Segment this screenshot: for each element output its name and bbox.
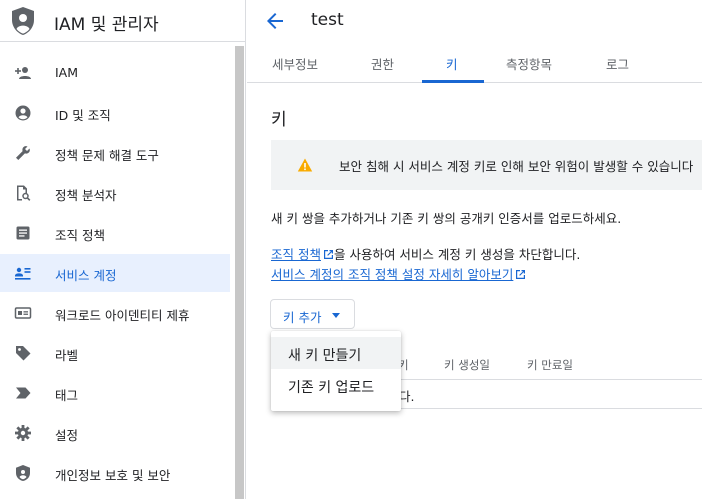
sidebar-item-id-org[interactable]: ID 및 조직 (0, 94, 230, 132)
tab-permissions[interactable]: 권한 (371, 54, 394, 73)
sidebar-item-privacy-security[interactable]: 개인정보 보호 및 보안 (0, 454, 230, 492)
iam-shield-logo-icon (12, 7, 34, 35)
sidebar-item-label: 정책 분석자 (55, 188, 117, 203)
warning-banner: 보안 침해 시 서비스 계정 키로 인해 보안 위험이 발생할 수 있습니다 (271, 140, 702, 190)
sidebar-item-label: 조직 정책 (55, 228, 105, 243)
sidebar-scrollbar[interactable] (235, 46, 244, 499)
sidebar-item-label: 설정 (55, 428, 79, 443)
back-arrow-icon[interactable] (264, 10, 286, 32)
shield-icon (16, 465, 30, 481)
wrench-icon (16, 146, 30, 160)
external-link-icon (516, 270, 526, 279)
tab-keys[interactable]: 키 (446, 54, 458, 73)
tag-chevron-icon (16, 387, 31, 399)
menu-item-label: 기존 키 업로드 (288, 380, 375, 396)
page-title: test (311, 10, 344, 30)
sidebar-header: IAM 및 관리자 (0, 0, 246, 42)
sidebar-item-label: 라벨 (55, 348, 79, 363)
main-content: test 세부정보 권한 키 측정항목 로그 키 보안 침해 시 서비스 계정 … (247, 0, 702, 499)
service-account-icon (15, 267, 31, 280)
sidebar-item-label: 서비스 계정 (55, 268, 117, 283)
dropdown-caret-icon (332, 313, 340, 318)
add-person-icon (15, 67, 31, 79)
keys-description: 새 키 쌍을 추가하거나 기존 키 쌍의 공개키 인증서를 업로드하세요. (271, 211, 622, 226)
sidebar-item-service-accounts[interactable]: 서비스 계정 (0, 254, 230, 292)
column-header-expires: 키 만료일 (527, 358, 573, 372)
menu-item-label: 새 키 만들기 (288, 348, 362, 364)
tab-bar: 세부정보 권한 키 측정항목 로그 (247, 42, 702, 83)
add-key-menu: 새 키 만들기 기존 키 업로드 (271, 331, 401, 411)
menu-item-upload-existing-key[interactable]: 기존 키 업로드 (271, 369, 401, 401)
label-icon (16, 346, 31, 361)
warning-text: 보안 침해 시 서비스 계정 키로 인해 보안 위험이 발생할 수 있습니다 (339, 159, 694, 174)
sidebar-title: IAM 및 관리자 (54, 15, 159, 35)
sidebar-item-org-policy[interactable]: 조직 정책 (0, 214, 230, 252)
document-search-icon (17, 185, 31, 201)
sidebar-item-label: 워크로드 아이덴티티 제휴 (55, 308, 190, 323)
sidebar-item-label: ID 및 조직 (55, 108, 111, 123)
org-policy-link[interactable]: 조직 정책 (271, 247, 321, 262)
active-tab-indicator (422, 80, 484, 83)
add-key-label: 키 추가 (283, 310, 322, 325)
tab-details[interactable]: 세부정보 (272, 54, 318, 73)
article-icon (16, 226, 30, 240)
sidebar-item-settings[interactable]: 설정 (0, 414, 230, 452)
sidebar-item-policy-troubleshooter[interactable]: 정책 문제 해결 도구 (0, 134, 230, 172)
column-header-created: 키 생성일 (444, 358, 490, 372)
sidebar-item-iam[interactable]: IAM (0, 54, 230, 92)
sidebar-item-policy-analyzer[interactable]: 정책 분석자 (0, 174, 230, 212)
learn-more-link[interactable]: 서비스 계정의 조직 정책 설정 자세히 알아보기 (271, 267, 513, 282)
sidebar-item-label: IAM (55, 65, 79, 80)
section-title: 키 (271, 110, 287, 130)
external-link-icon (323, 250, 333, 259)
sidebar-item-workload-identity[interactable]: 워크로드 아이덴티티 제휴 (0, 294, 230, 332)
sidebar: IAM 및 관리자 IAM ID 및 조직 정책 문제 해결 도구 정책 분석자… (0, 0, 246, 499)
add-key-button[interactable]: 키 추가 (270, 299, 355, 329)
sidebar-item-tags[interactable]: 태그 (0, 374, 230, 412)
org-policy-text: 을 사용하여 서비스 계정 키 생성을 차단합니다. (333, 247, 581, 262)
sidebar-item-label: 태그 (55, 388, 79, 403)
sidebar-item-labels[interactable]: 라벨 (0, 334, 230, 372)
id-card-icon (14, 307, 32, 319)
tab-metrics[interactable]: 측정항목 (506, 54, 552, 73)
learn-more-line: 서비스 계정의 조직 정책 설정 자세히 알아보기 (271, 264, 526, 283)
sidebar-item-label: 정책 문제 해결 도구 (55, 148, 159, 163)
account-circle-icon (15, 105, 31, 121)
empty-table-text: 다. (399, 389, 415, 404)
tab-logs[interactable]: 로그 (606, 54, 629, 73)
org-policy-line: 조직 정책 을 사용하여 서비스 계정 키 생성을 차단합니다. (271, 244, 580, 263)
warning-icon (297, 158, 313, 172)
sidebar-item-label: 개인정보 보호 및 보안 (55, 468, 171, 483)
gear-icon (15, 425, 31, 441)
menu-item-create-new-key[interactable]: 새 키 만들기 (271, 337, 401, 369)
